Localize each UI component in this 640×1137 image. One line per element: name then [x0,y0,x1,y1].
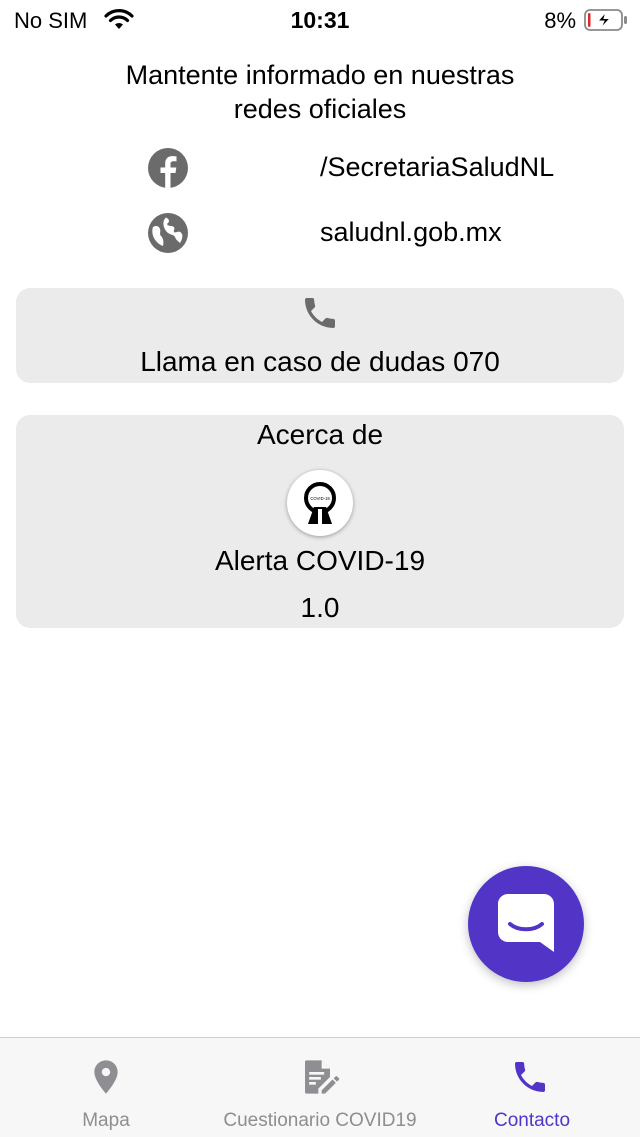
tab-bar: Mapa Cuestionario COVID19 Contacto [0,1037,640,1137]
chat-button[interactable] [468,866,584,982]
call-card[interactable]: Llama en caso de dudas 070 [16,288,624,383]
facebook-link[interactable]: /SecretariaSaludNL [0,148,640,188]
tab-contacto-label: Contacto [493,1110,571,1131]
status-bar: No SIM 10:31 8% [0,0,640,40]
tab-cuestionario[interactable]: Cuestionario COVID19 [206,1038,434,1137]
globe-icon [148,213,188,253]
phone-icon [515,1062,545,1092]
logo-text: COVID-19 [310,496,330,501]
battery-icon [584,9,627,31]
tab-cuestionario-label: Cuestionario COVID19 [223,1110,417,1131]
website-url[interactable]: saludnl.gob.mx [320,217,502,248]
about-card: Acerca de COVID-19 Alerta COVID-19 1.0 [16,415,624,628]
form-edit-icon [305,1060,340,1094]
intro-line-1: Mantente informado en nuestras [125,60,515,90]
chat-bubble-icon [498,894,554,952]
phone-icon [305,298,335,328]
facebook-handle[interactable]: /SecretariaSaludNL [320,152,554,183]
app-logo-icon: COVID-19 [287,470,353,536]
intro-text: Mantente informado en nuestras redes ofi… [0,58,640,126]
tab-mapa[interactable]: Mapa [46,1038,166,1137]
battery-percent: 8% [544,8,576,33]
tab-mapa-label: Mapa [82,1110,130,1131]
intro-line-2: redes oficiales [233,94,407,124]
app-name: Alerta COVID-19 [214,545,426,576]
tab-contacto[interactable]: Contacto [470,1038,594,1137]
website-link[interactable]: saludnl.gob.mx [0,213,640,253]
about-title: Acerca de [256,419,384,450]
app-version: 1.0 [300,592,340,623]
call-label: Llama en caso de dudas 070 [140,346,500,377]
facebook-icon [148,148,188,188]
map-pin-icon [94,1060,118,1094]
